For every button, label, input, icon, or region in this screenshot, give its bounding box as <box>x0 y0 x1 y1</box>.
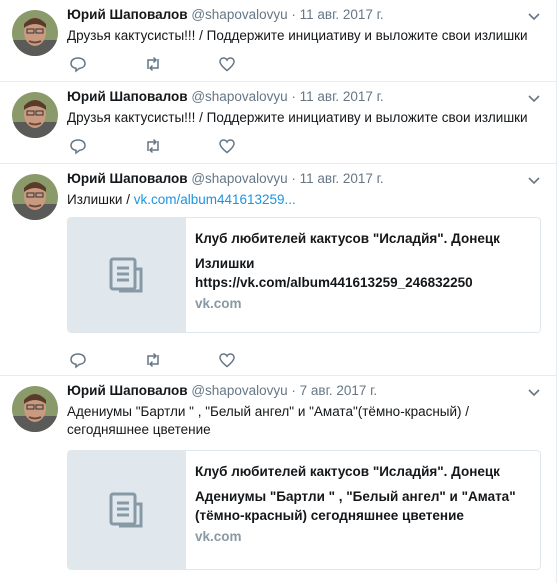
tweet-date[interactable]: 11 авг. 2017 г. <box>300 7 384 22</box>
tweet-header: Юрий Шаповалов @shapovalovyu · 11 авг. 2… <box>67 7 384 22</box>
tweet[interactable]: Юрий Шаповалов @shapovalovyu · 11 авг. 2… <box>0 164 556 376</box>
author-handle[interactable]: @shapovalovyu <box>191 7 287 22</box>
tweet-date[interactable]: 11 авг. 2017 г. <box>300 89 384 104</box>
retweet-icon[interactable] <box>144 55 162 73</box>
tweet-header: Юрий Шаповалов @shapovalovyu · 11 авг. 2… <box>67 89 384 104</box>
tweet-text: Друзья кактусисты!!! / Поддержите инициа… <box>67 28 528 43</box>
retweet-icon[interactable] <box>144 351 162 369</box>
author-handle[interactable]: @shapovalovyu <box>191 89 287 104</box>
chevron-down-icon[interactable] <box>528 9 540 21</box>
reply-icon[interactable] <box>69 137 87 155</box>
heart-icon[interactable] <box>218 137 236 155</box>
card-body: Клуб любителей кактусов "Исладйя". Донец… <box>195 229 530 311</box>
avatar[interactable] <box>12 92 58 138</box>
document-icon <box>109 257 143 293</box>
tweet-text-prefix: Излишки / <box>67 192 134 207</box>
card-title: Клуб любителей кактусов "Исладйя". Донец… <box>195 231 500 246</box>
tweet[interactable]: Юрий Шаповалов @shapovalovyu · 7 авг. 20… <box>0 376 556 583</box>
card-description: Излишки https://vk.com/album441613259_24… <box>195 256 473 290</box>
card-description: Адениумы "Бартли " , "Белый ангел" и "Ам… <box>195 489 516 523</box>
chevron-down-icon[interactable] <box>528 173 540 185</box>
tweet-date[interactable]: 11 авг. 2017 г. <box>300 171 384 186</box>
author-handle[interactable]: @shapovalovyu <box>191 171 287 186</box>
card-body: Клуб любителей кактусов "Исладйя". Донец… <box>195 462 530 544</box>
separator-dot: · <box>291 89 296 104</box>
chevron-down-icon[interactable] <box>528 91 540 103</box>
reply-icon[interactable] <box>69 351 87 369</box>
heart-icon[interactable] <box>218 55 236 73</box>
tweet[interactable]: Юрий Шаповалов @shapovalovyu · 11 авг. 2… <box>0 82 556 164</box>
author-name[interactable]: Юрий Шаповалов <box>67 7 188 22</box>
separator-dot: · <box>291 383 296 398</box>
tweet-feed: Юрий Шаповалов @shapovalovyu · 11 авг. 2… <box>0 0 557 583</box>
link-card[interactable]: Клуб любителей кактусов "Исладйя". Донец… <box>67 217 541 333</box>
author-name[interactable]: Юрий Шаповалов <box>67 171 188 186</box>
separator-dot: · <box>291 7 296 22</box>
avatar[interactable] <box>12 174 58 220</box>
card-title: Клуб любителей кактусов "Исладйя". Донец… <box>195 464 500 479</box>
retweet-icon[interactable] <box>144 137 162 155</box>
author-handle[interactable]: @shapovalovyu <box>191 383 287 398</box>
card-domain: vk.com <box>195 529 242 544</box>
tweet[interactable]: Юрий Шаповалов @shapovalovyu · 11 авг. 2… <box>0 0 556 82</box>
tweet-link[interactable]: vk.com/album441613259... <box>134 192 296 207</box>
tweet-text: Излишки / vk.com/album441613259... <box>67 191 543 209</box>
tweet-header: Юрий Шаповалов @shapovalovyu · 7 авг. 20… <box>67 383 377 398</box>
tweet-date[interactable]: 7 авг. 2017 г. <box>300 383 378 398</box>
card-domain: vk.com <box>195 296 242 311</box>
author-name[interactable]: Юрий Шаповалов <box>67 89 188 104</box>
tweet-header: Юрий Шаповалов @shapovalovyu · 11 авг. 2… <box>67 171 384 186</box>
tweet-text: Друзья кактусисты!!! / Поддержите инициа… <box>67 110 528 125</box>
reply-icon[interactable] <box>69 55 87 73</box>
heart-icon[interactable] <box>218 351 236 369</box>
link-card[interactable]: Клуб любителей кактусов "Исладйя". Донец… <box>67 450 541 570</box>
separator-dot: · <box>291 171 296 186</box>
card-thumbnail <box>68 451 186 569</box>
author-name[interactable]: Юрий Шаповалов <box>67 383 188 398</box>
avatar[interactable] <box>12 10 58 56</box>
document-icon <box>109 492 143 528</box>
tweet-text: Адениумы "Бартли " , "Белый ангел" и "Ам… <box>67 404 470 437</box>
avatar[interactable] <box>12 386 58 432</box>
card-thumbnail <box>68 218 186 332</box>
chevron-down-icon[interactable] <box>528 385 540 397</box>
